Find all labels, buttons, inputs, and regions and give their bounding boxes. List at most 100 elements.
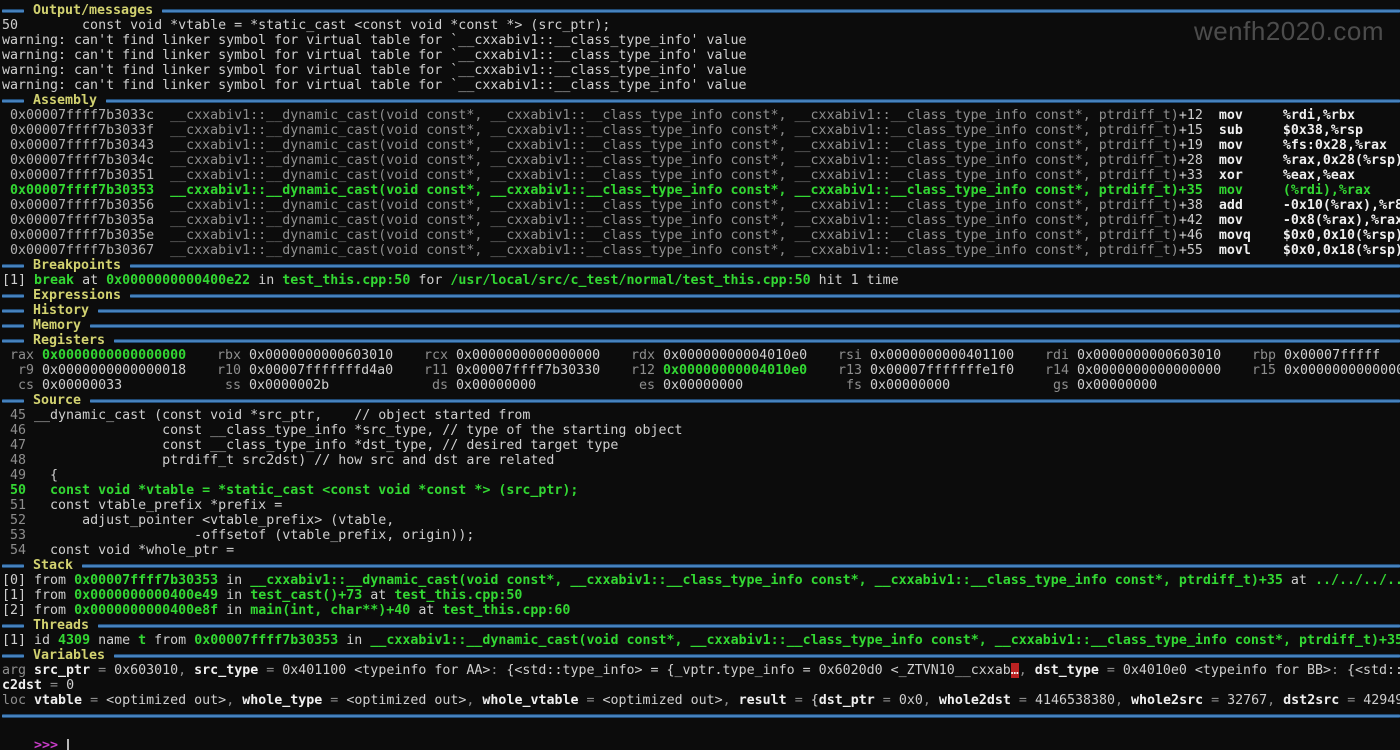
register-value: 0x00000000 [663, 378, 743, 393]
register-rcx: rcx 0x0000000000000000 [416, 348, 623, 363]
breakpoints-line: [1] break at 0x0000000000400e22 in test_… [2, 273, 1400, 288]
divider-line [2, 339, 24, 343]
panel-title-variables: Variables [33, 648, 105, 663]
panel-header-source: Source [2, 393, 1400, 408]
register-value: 0x00000000 [870, 378, 950, 393]
divider-line [2, 714, 1400, 718]
text-segment: , [466, 693, 482, 708]
text-segment: dst_type [1035, 663, 1099, 678]
divider-line [2, 264, 24, 268]
text-segment: = [787, 693, 811, 708]
text-segment: 0x401100 <typeinfo for AA> [282, 663, 490, 678]
source-line: 49 { [2, 468, 1400, 483]
text-segment: loc [2, 693, 34, 708]
text-segment: in [218, 603, 250, 618]
threads-line: [1] id 4309 name t from 0x00007ffff7b303… [2, 633, 1400, 648]
register-value: 0x00000000004010e0 [663, 363, 807, 378]
panel-title-history: History [33, 303, 89, 318]
source-line: 51 const vtable_prefix *prefix = [2, 498, 1400, 513]
text-segment: [1] id [2, 633, 58, 648]
text-segment: mov %fs:0x28,%rax [1203, 138, 1387, 153]
divider-line [2, 309, 24, 313]
text-segment: = [1203, 693, 1227, 708]
text-segment: 49 [2, 468, 34, 483]
text-segment: … [1011, 663, 1019, 678]
text-segment: = [579, 693, 603, 708]
text-segment: { [34, 468, 58, 483]
register-r10: r10 0x00007fffffffd4a0 [209, 363, 416, 378]
output-line: 50 const void *vtable = *static_cast <co… [2, 18, 1400, 33]
text-segment: 0x0 [899, 693, 923, 708]
text-segment: name [90, 633, 138, 648]
text-segment: [0] from [2, 573, 74, 588]
text-segment: 32767 [1227, 693, 1267, 708]
text-segment: result [739, 693, 787, 708]
text-segment: 47 [2, 438, 34, 453]
panel-title-memory: Memory [33, 318, 81, 333]
text-segment: [2] from [2, 603, 74, 618]
assembly-row: 0x00007ffff7b3033f __cxxabiv1::__dynamic… [2, 123, 1400, 138]
text-segment: {<std::type_info> = {_vptr.type_info = 0… [506, 663, 1010, 678]
register-name: rdx [623, 348, 663, 363]
assembly-row: 0x00007ffff7b30356 __cxxabiv1::__dynamic… [2, 198, 1400, 213]
text-segment: +33 [1179, 168, 1203, 183]
text-cursor[interactable] [67, 739, 69, 750]
text-segment: , [178, 663, 194, 678]
text-segment: , [226, 693, 242, 708]
text-segment: whole2src [1131, 693, 1203, 708]
text-segment: ../../../.. [1315, 573, 1400, 588]
divider-line [2, 564, 24, 568]
source-line: 52 adjust_pointer <vtable_prefix> (vtabl… [2, 513, 1400, 528]
source-line: 47 const __class_type_info *dst_type, //… [2, 438, 1400, 453]
text-segment: for [410, 273, 450, 288]
text-segment: = [1339, 693, 1363, 708]
text-segment: adjust_pointer <vtable_prefix> (vtable, [34, 513, 394, 528]
text-segment: whole_type [242, 693, 322, 708]
text-segment: 4146538380 [1035, 693, 1115, 708]
text-segment: at [1283, 573, 1315, 588]
source-line: 53 -offsetof (vtable_prefix, origin)); [2, 528, 1400, 543]
divider-line [130, 294, 1400, 298]
text-segment: 53 [2, 528, 34, 543]
register-value: 0x0000000000000000 [456, 348, 600, 363]
divider-line [106, 99, 1400, 103]
divider-line [90, 324, 1400, 328]
source-line: 46 const __class_type_info *src_type, //… [2, 423, 1400, 438]
text-segment: 0x00007ffff7b30353 [74, 573, 218, 588]
text-segment: main(int, char**)+40 [250, 603, 410, 618]
panel-header-threads: Threads [2, 618, 1400, 633]
command-prompt[interactable]: >>> [2, 723, 1400, 738]
register-name: r14 [1037, 363, 1077, 378]
text-segment: test_this.cpp:50 [394, 588, 522, 603]
text-segment: = [258, 663, 282, 678]
text-segment: = [1011, 693, 1035, 708]
panel-header-history: History [2, 303, 1400, 318]
divider-line [114, 339, 1400, 343]
text-segment: -offsetof (vtable_prefix, origin)); [34, 528, 474, 543]
text-segment: /usr/local/src/c_test/normal/test_this.c… [450, 273, 810, 288]
text-segment: test_this.cpp:50 [282, 273, 410, 288]
text-segment: src_ptr [34, 663, 90, 678]
divider-line [2, 654, 24, 658]
register-r15: r15 0x0000000000000 [1244, 363, 1400, 378]
register-name: rdi [1037, 348, 1077, 363]
text-segment: { [811, 693, 819, 708]
text-segment: {<std:: [1347, 663, 1400, 678]
text-segment: __cxxabiv1::__dynamic_cast(void const*, … [250, 573, 1283, 588]
text-segment: 0x00007ffff7b3035e [2, 228, 154, 243]
text-segment: warning: can't find linker symbol for vi… [2, 33, 747, 48]
text-segment: src_type [194, 663, 258, 678]
register-name: fs [830, 378, 870, 393]
divider-line [130, 264, 1400, 268]
text-segment: = [90, 663, 114, 678]
divider-line [98, 309, 1400, 313]
assembly-row-current: 0x00007ffff7b30353 __cxxabiv1::__dynamic… [2, 183, 1400, 198]
text-segment: 42949 [1363, 693, 1400, 708]
text-segment: warning: can't find linker symbol for vi… [2, 63, 747, 78]
panel-title-source: Source [33, 393, 81, 408]
text-segment: warning: can't find linker symbol for vi… [2, 78, 747, 93]
assembly-row: 0x00007ffff7b30351 __cxxabiv1::__dynamic… [2, 168, 1400, 183]
register-value: 0x00007ffff7b30330 [456, 363, 600, 378]
dashboard-panels: Output/messages50 const void *vtable = *… [2, 3, 1400, 708]
registers-row: rax 0x0000000000000000 rbx 0x00000000006… [2, 348, 1400, 363]
